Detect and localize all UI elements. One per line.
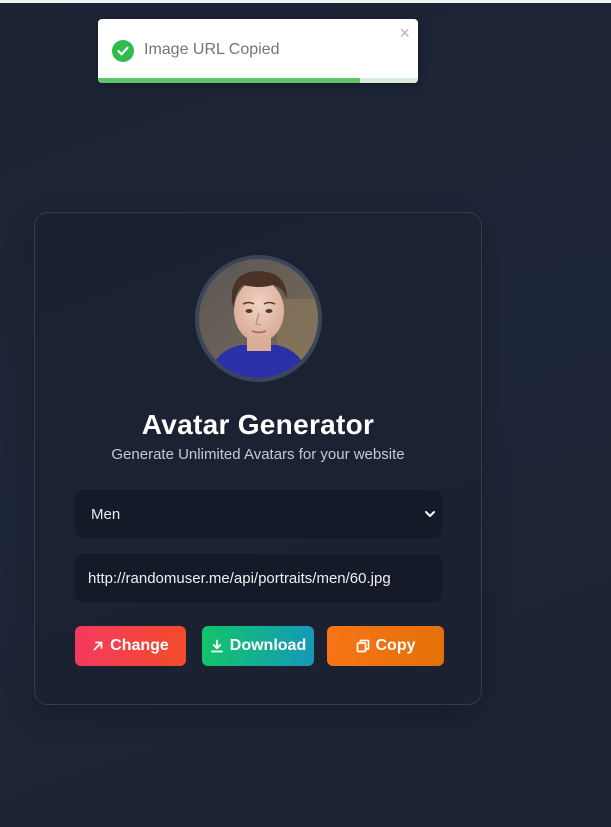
avatar-image <box>195 255 322 382</box>
change-button-label: Change <box>110 637 169 654</box>
change-button[interactable]: Change <box>75 626 186 666</box>
category-select[interactable]: Men <box>75 490 442 538</box>
download-icon <box>210 639 224 653</box>
close-icon[interactable]: × <box>399 23 410 43</box>
toast-progress-fill <box>98 78 361 83</box>
avatar-generator-card: Avatar Generator Generate Unlimited Avat… <box>34 212 482 705</box>
copy-button-label: Copy <box>375 637 416 654</box>
copy-button[interactable]: Copy <box>327 626 444 666</box>
download-button[interactable]: Download <box>202 626 314 666</box>
check-circle-icon <box>112 40 134 62</box>
toast-message: Image URL Copied <box>144 41 280 58</box>
page-title: Avatar Generator <box>141 409 375 440</box>
arrow-up-right-icon <box>92 640 104 652</box>
category-select-value: Men <box>91 505 121 523</box>
download-button-label: Download <box>229 637 307 654</box>
chevron-down-icon <box>422 506 438 522</box>
copy-icon <box>356 639 370 653</box>
toast-notification: Image URL Copied × <box>98 19 418 83</box>
page-subtitle: Generate Unlimited Avatars for your webs… <box>111 446 405 463</box>
toast-progress-bar <box>98 78 418 83</box>
image-url-field[interactable]: http://randomuser.me/api/portraits/men/6… <box>75 554 442 602</box>
